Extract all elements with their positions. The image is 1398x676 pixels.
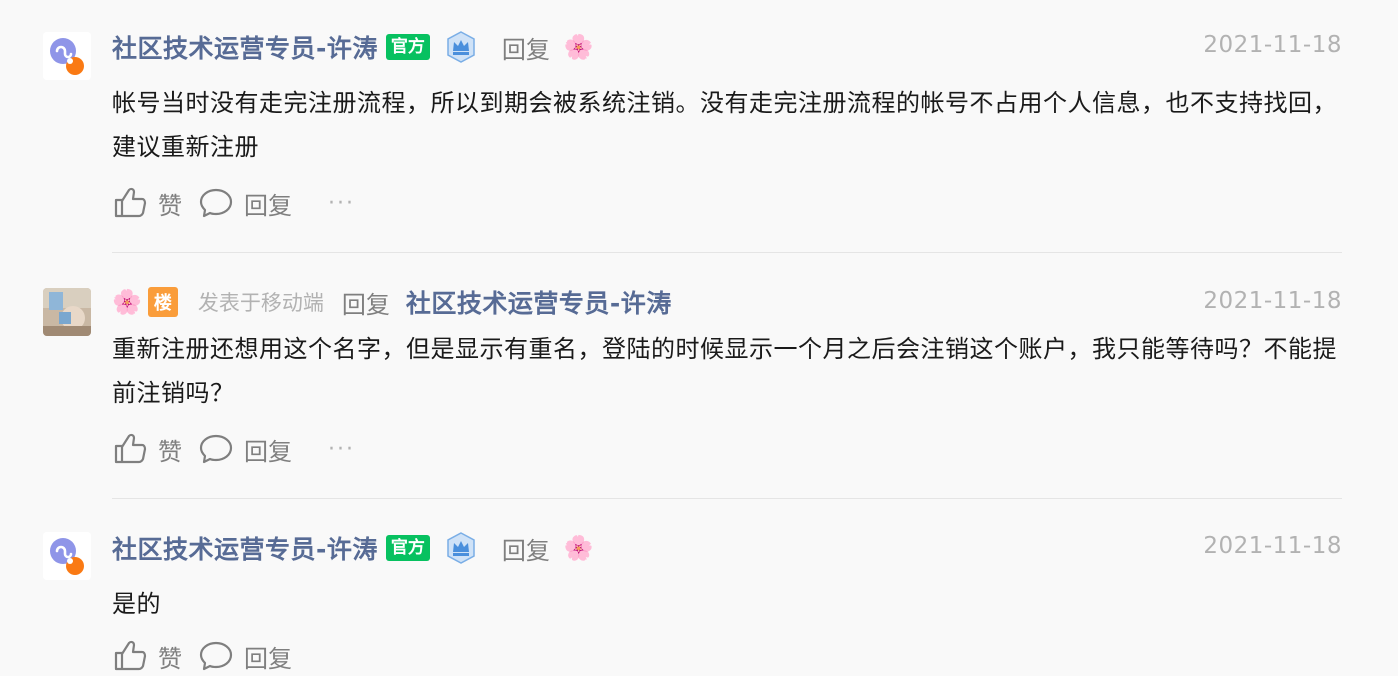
avatar[interactable] — [43, 532, 91, 580]
speech-bubble-icon[interactable] — [198, 185, 234, 221]
flower-icon: 🌸 — [563, 33, 594, 61]
reply-to-author[interactable]: 社区技术运营专员-许涛 — [406, 284, 672, 320]
reply-button[interactable]: 回复 — [244, 639, 292, 674]
more-icon[interactable]: ··· — [328, 191, 355, 216]
reply-link[interactable]: 回复 — [342, 285, 390, 320]
user-avatar-photo-icon — [43, 288, 91, 336]
comment-actions: 赞 回复 ··· — [112, 183, 355, 223]
comment-header: 🌸 楼 发表于移动端 回复 社区技术运营专员-许涛 — [112, 284, 672, 320]
comment-date: 2021-11-18 — [1203, 288, 1342, 314]
like-button[interactable]: 赞 — [158, 186, 182, 221]
official-badge: 官方 — [385, 34, 430, 60]
flower-icon: 🌸 — [563, 534, 594, 562]
reply-link[interactable]: 回复 — [502, 531, 550, 566]
comment-text: 帐号当时没有走完注册流程，所以到期会被系统注销。没有走完注册流程的帐号不占用个人… — [112, 89, 1337, 161]
mini-program-logo-icon — [43, 532, 91, 580]
avatar[interactable] — [43, 32, 91, 80]
reply-link[interactable]: 回复 — [502, 30, 550, 65]
divider — [112, 498, 1342, 499]
thumbs-up-icon[interactable] — [112, 185, 148, 221]
thumbs-up-icon[interactable] — [112, 431, 148, 467]
comment-date: 2021-11-18 — [1203, 32, 1342, 58]
divider — [112, 252, 1342, 253]
like-button[interactable]: 赞 — [158, 432, 182, 467]
comment-actions: 赞 回复 — [112, 636, 292, 676]
comment-date: 2021-11-18 — [1203, 533, 1342, 559]
comment-text: 重新注册还想用这个名字，但是显示有重名，登陆的时候显示一个月之后会注销这个账户，… — [112, 335, 1337, 407]
avatar[interactable] — [43, 288, 91, 336]
crown-shield-icon — [447, 532, 475, 564]
comment-text: 是的 — [112, 590, 161, 618]
reply-button[interactable]: 回复 — [244, 186, 292, 221]
comment-header: 社区技术运营专员-许涛 官方 回复 🌸 — [112, 530, 594, 566]
author-name[interactable]: 社区技术运营专员-许涛 — [112, 530, 378, 566]
mini-program-logo-icon — [43, 32, 91, 80]
flower-icon: 🌸 — [112, 288, 142, 316]
author-name[interactable]: 社区技术运营专员-许涛 — [112, 29, 378, 65]
reply-button[interactable]: 回复 — [244, 432, 292, 467]
comment-header: 社区技术运营专员-许涛 官方 回复 🌸 — [112, 29, 594, 65]
comment-actions: 赞 回复 ··· — [112, 429, 355, 469]
post-source: 发表于移动端 — [197, 291, 324, 315]
like-button[interactable]: 赞 — [158, 639, 182, 674]
speech-bubble-icon[interactable] — [198, 431, 234, 467]
crown-shield-icon — [447, 31, 475, 63]
more-icon[interactable]: ··· — [328, 437, 355, 462]
floor-badge: 楼 — [147, 287, 178, 317]
official-badge: 官方 — [385, 535, 430, 561]
thumbs-up-icon[interactable] — [112, 638, 148, 674]
speech-bubble-icon[interactable] — [198, 638, 234, 674]
